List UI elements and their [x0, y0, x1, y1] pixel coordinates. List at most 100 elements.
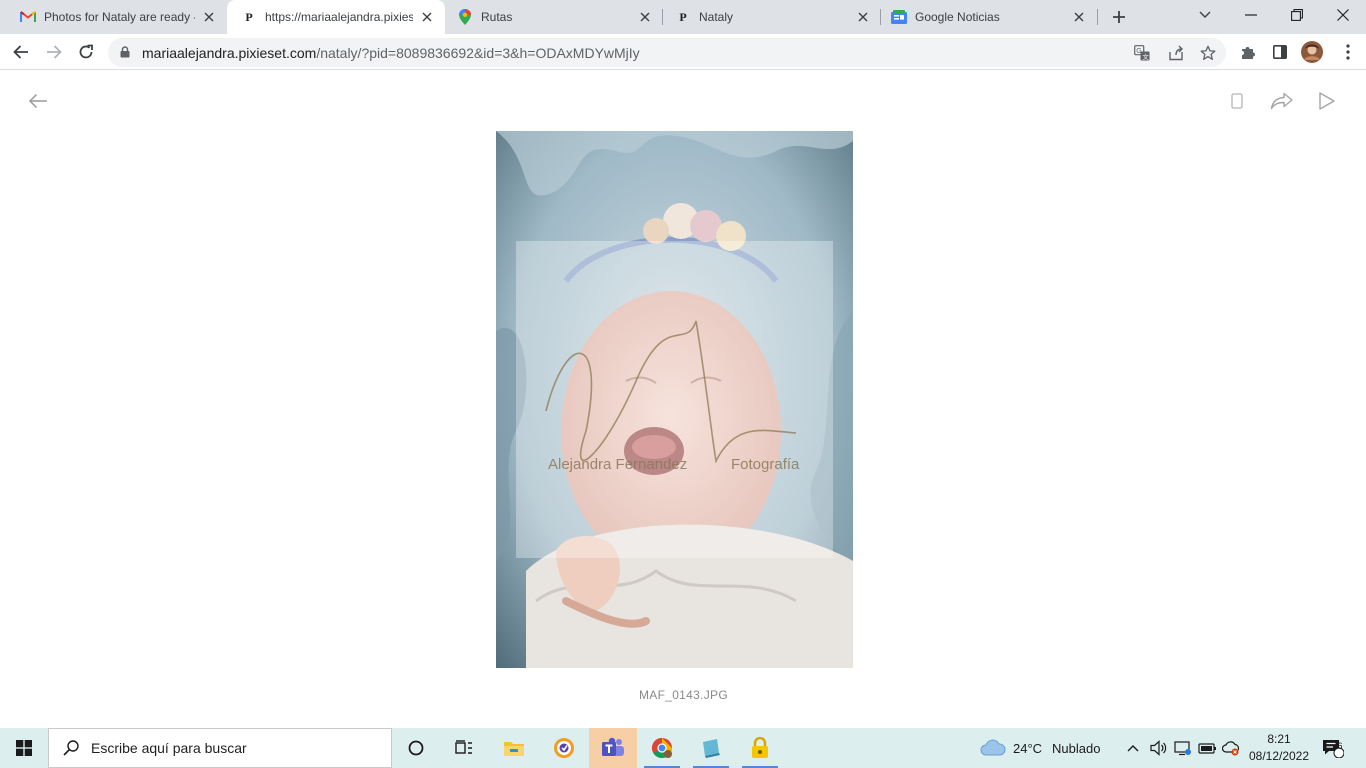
chrome-button[interactable]	[638, 728, 686, 768]
notification-count: 6	[1337, 741, 1343, 751]
plus-icon	[1113, 11, 1125, 23]
lock-app-button[interactable]	[736, 728, 784, 768]
photo-filename: MAF_0143.JPG	[639, 688, 728, 702]
side-panel-button[interactable]	[1266, 38, 1294, 66]
close-icon[interactable]	[419, 9, 435, 25]
clock-time: 8:21	[1267, 732, 1291, 746]
battery-button[interactable]	[1198, 728, 1218, 768]
vpn-app-button[interactable]	[540, 728, 588, 768]
address-bar[interactable]: mariaalejandra.pixieset.com/nataly/?pid=…	[108, 38, 1226, 67]
tab-title: Nataly	[699, 10, 734, 24]
tablet-app-icon	[703, 739, 720, 758]
tab-title: https://mariaalejandra.pixieset.	[265, 10, 413, 24]
restore-button[interactable]	[1274, 0, 1320, 30]
url-path: /nataly/?pid=8089836692&id=3&h=ODAxMDYwM…	[316, 45, 640, 61]
viewer-back-button[interactable]	[23, 86, 53, 116]
forward-button[interactable]	[40, 38, 68, 66]
taskbar-search[interactable]: Escribe aquí para buscar	[48, 728, 392, 768]
close-icon[interactable]	[201, 9, 217, 25]
lock-icon[interactable]	[120, 46, 130, 58]
play-icon	[1319, 92, 1335, 110]
maps-icon	[457, 9, 473, 25]
folder-icon	[504, 742, 524, 756]
menu-button[interactable]	[1334, 38, 1362, 66]
chevron-up-icon	[1127, 745, 1139, 752]
start-button[interactable]	[0, 728, 48, 768]
windows-icon	[16, 740, 32, 756]
url-text[interactable]: mariaalejandra.pixieset.com/nataly/?pid=…	[142, 45, 640, 61]
watermark-tagline: Fotografía	[731, 456, 800, 473]
close-icon[interactable]	[1071, 9, 1087, 25]
shield-app-icon	[554, 738, 574, 758]
star-icon[interactable]	[1200, 45, 1216, 61]
teams-icon	[602, 737, 624, 756]
weather-description: Nublado	[1052, 740, 1101, 756]
restore-icon	[1291, 9, 1303, 21]
network-button[interactable]	[1174, 728, 1192, 768]
favorite-button[interactable]	[1222, 86, 1252, 116]
volume-button[interactable]	[1150, 728, 1168, 768]
clock[interactable]: 8:21 08/12/2022	[1244, 731, 1314, 765]
close-icon	[1337, 9, 1349, 21]
weather-temperature: 24°C	[1013, 740, 1043, 756]
close-icon[interactable]	[855, 9, 871, 25]
task-view-button[interactable]	[440, 728, 488, 768]
clock-date: 08/12/2022	[1248, 749, 1310, 763]
profile-button[interactable]	[1298, 38, 1326, 66]
url-host: mariaalejandra.pixieset.com	[142, 45, 317, 61]
app-button[interactable]	[687, 728, 735, 768]
cortana-button[interactable]	[392, 728, 440, 768]
network-icon	[1174, 741, 1191, 756]
gmail-icon	[20, 9, 36, 25]
photo-viewer: Alejandra Fernandez Fotografía MAF_0143.…	[0, 71, 1366, 728]
notifications-button[interactable]: 6	[1322, 728, 1344, 768]
tab-pixieset-photo[interactable]: P https://mariaalejandra.pixieset.	[227, 0, 445, 34]
tab-search-button[interactable]	[1182, 0, 1228, 30]
browser-toolbar: mariaalejandra.pixieset.com/nataly/?pid=…	[0, 34, 1366, 70]
pixieset-letter: P	[245, 9, 253, 24]
sync-status-button[interactable]	[1222, 728, 1240, 768]
show-hidden-icons-button[interactable]	[1127, 728, 1139, 768]
reload-button[interactable]	[72, 38, 100, 66]
battery-plug-icon	[1198, 743, 1216, 754]
pixieset-icon: P	[675, 9, 691, 25]
back-button[interactable]	[7, 38, 35, 66]
arrow-right-icon	[47, 45, 62, 59]
tab-separator	[662, 9, 663, 25]
share-arrow-icon	[1270, 92, 1293, 110]
speaker-icon	[1150, 740, 1167, 756]
reload-icon	[79, 44, 93, 59]
tab-gmail[interactable]: Photos for Nataly are ready -	[0, 0, 227, 34]
photo[interactable]: Alejandra Fernandez Fotografía	[496, 131, 853, 668]
arrow-left-icon	[28, 93, 47, 109]
chevron-down-icon	[1199, 11, 1211, 18]
tab-google-news[interactable]: Google Noticias	[881, 0, 1097, 34]
new-tab-button[interactable]	[1098, 0, 1140, 34]
tab-strip: Photos for Nataly are ready - P https://…	[0, 0, 1366, 34]
watermark-name: Alejandra Fernandez	[548, 456, 688, 473]
taskbar: Escribe aquí para buscar 24°C Nublado 8:…	[0, 728, 1366, 768]
close-icon[interactable]	[637, 9, 653, 25]
tab-rutas[interactable]: Rutas	[445, 0, 663, 34]
minimize-icon	[1245, 14, 1257, 16]
share-icon[interactable]	[1168, 45, 1184, 61]
close-window-button[interactable]	[1320, 0, 1366, 30]
translate-icon[interactable]: G文	[1134, 45, 1150, 61]
tab-title: Photos for Nataly are ready -	[44, 10, 195, 24]
tab-title: Google Noticias	[915, 10, 1000, 24]
extensions-button[interactable]	[1234, 38, 1262, 66]
pixieset-icon: P	[241, 9, 257, 25]
share-button[interactable]	[1267, 86, 1297, 116]
weather-widget[interactable]: 24°C Nublado	[980, 728, 1100, 768]
tab-nataly[interactable]: P Nataly	[663, 0, 881, 34]
teams-button[interactable]	[589, 728, 637, 768]
google-news-icon	[891, 9, 907, 25]
avatar	[1301, 41, 1323, 63]
tab-title: Rutas	[481, 10, 513, 24]
cortana-icon	[408, 740, 424, 756]
slideshow-button[interactable]	[1312, 86, 1342, 116]
minimize-button[interactable]	[1228, 0, 1274, 30]
task-view-icon	[455, 740, 472, 754]
file-explorer-button[interactable]	[490, 728, 538, 768]
pixieset-letter: P	[679, 9, 687, 24]
